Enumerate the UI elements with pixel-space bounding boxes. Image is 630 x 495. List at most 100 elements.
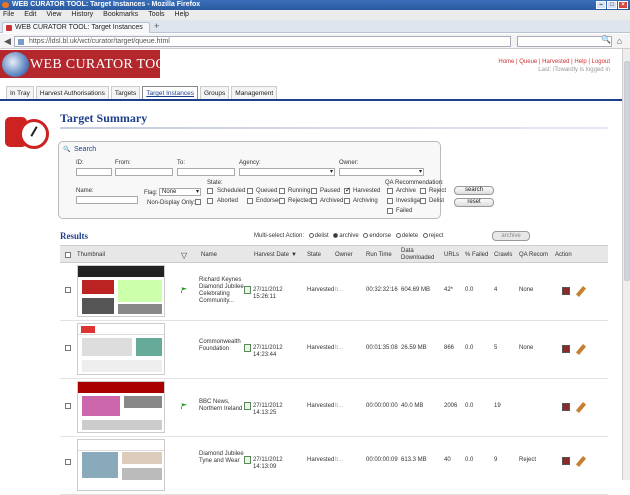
log-icon[interactable]: [244, 456, 251, 464]
minimize-button[interactable]: –: [596, 1, 606, 9]
state-endorsed-checkbox[interactable]: [247, 198, 253, 204]
col-name[interactable]: Name: [201, 246, 217, 264]
tab-harvest-authorisations[interactable]: Harvest Authorisations: [35, 86, 109, 99]
search-icon[interactable]: 🔍: [601, 35, 611, 44]
from-input[interactable]: [115, 168, 173, 176]
back-button[interactable]: ◀: [2, 36, 13, 47]
url-bar[interactable]: https://ldsl.bl.uk/wct/curator/target/qu…: [14, 36, 511, 47]
thumbnail-image[interactable]: [77, 265, 165, 317]
qa-reject-checkbox[interactable]: [420, 188, 426, 194]
archive-action-button[interactable]: archive: [492, 231, 530, 241]
row-checkbox[interactable]: [65, 345, 71, 351]
edit-pencil-icon[interactable]: [575, 402, 587, 413]
state-archiving-checkbox[interactable]: [344, 198, 350, 204]
owner-select[interactable]: [339, 168, 424, 176]
state-paused-checkbox[interactable]: [311, 188, 317, 194]
edit-pencil-icon[interactable]: [575, 456, 587, 467]
radio-delist[interactable]: [308, 233, 314, 238]
main-tabs: In Tray Harvest Authorisations Targets T…: [6, 86, 279, 100]
qa-failed-checkbox[interactable]: [387, 208, 393, 214]
radio-archive[interactable]: [333, 233, 339, 238]
to-input[interactable]: [177, 168, 235, 176]
id-input[interactable]: [76, 168, 112, 176]
log-icon[interactable]: [244, 402, 251, 410]
view-icon[interactable]: [562, 345, 570, 353]
col-urls[interactable]: URLs: [444, 246, 459, 264]
menu-file[interactable]: File: [3, 10, 14, 20]
row-urls: 2006: [444, 403, 458, 409]
menu-edit[interactable]: Edit: [24, 10, 36, 20]
state-archived-checkbox[interactable]: [311, 198, 317, 204]
row-checkbox[interactable]: [65, 287, 71, 293]
tab-in-tray[interactable]: In Tray: [6, 86, 34, 99]
log-icon[interactable]: [244, 344, 251, 352]
col-failed[interactable]: % Failed: [465, 246, 488, 264]
menu-view[interactable]: View: [46, 10, 61, 20]
col-state[interactable]: State: [307, 246, 321, 264]
row-name[interactable]: Commonwealth Foundation: [199, 339, 245, 353]
col-run-time[interactable]: Run Time: [366, 246, 392, 264]
results-heading: Results: [60, 231, 89, 241]
tab-groups[interactable]: Groups: [199, 86, 230, 99]
col-crawls[interactable]: Crawls: [494, 246, 512, 264]
tab-management[interactable]: Management: [231, 86, 278, 99]
logo-banner[interactable]: WEB CURATOR TOOL: [0, 50, 160, 78]
col-data-downloaded[interactable]: Data Downloaded: [401, 246, 439, 264]
navigation-bar: ◀ https://ldsl.bl.uk/wct/curator/target/…: [0, 34, 630, 49]
select-all-checkbox[interactable]: [65, 252, 71, 258]
tab-target-instances[interactable]: Target Instances: [142, 86, 198, 100]
edit-pencil-icon[interactable]: [575, 286, 587, 297]
radio-delete[interactable]: [395, 233, 401, 238]
qa-delist-checkbox[interactable]: [420, 198, 426, 204]
state-rejected-checkbox[interactable]: [279, 198, 285, 204]
close-window-button[interactable]: ×: [618, 1, 628, 9]
filter-icon[interactable]: ▽: [181, 246, 187, 264]
vertical-scrollbar[interactable]: [622, 49, 630, 480]
home-button[interactable]: ⌂: [614, 36, 625, 47]
thumbnail-image[interactable]: [77, 323, 165, 375]
menu-history[interactable]: History: [71, 10, 93, 20]
title-divider: [60, 127, 608, 129]
view-icon[interactable]: [562, 403, 570, 411]
name-input[interactable]: [76, 196, 138, 204]
radio-endorse[interactable]: [363, 233, 369, 238]
menu-help[interactable]: Help: [175, 10, 189, 20]
radio-reject[interactable]: [422, 233, 428, 238]
non-display-checkbox[interactable]: [195, 199, 201, 205]
flag-select[interactable]: None: [159, 188, 201, 196]
thumbnail-image[interactable]: [77, 439, 165, 491]
col-owner[interactable]: Owner: [335, 246, 353, 264]
reset-button[interactable]: reset: [454, 198, 494, 207]
scrollbar-thumb[interactable]: [624, 61, 630, 281]
state-aborted-checkbox[interactable]: [207, 198, 213, 204]
row-checkbox[interactable]: [65, 459, 71, 465]
row-name[interactable]: Diamond Jubilee Tyne and Wear: [199, 451, 245, 465]
qa-archive-checkbox[interactable]: [387, 188, 393, 194]
maximize-button[interactable]: □: [607, 1, 617, 9]
thumbnail-image[interactable]: [77, 381, 165, 433]
view-icon[interactable]: [562, 287, 570, 295]
col-qa-recom[interactable]: QA Recom: [519, 246, 548, 264]
search-button[interactable]: search: [454, 186, 494, 195]
state-label: State:: [207, 180, 223, 186]
log-icon[interactable]: [244, 286, 251, 294]
sort-desc-icon[interactable]: ▼: [291, 246, 297, 264]
row-name[interactable]: Richard Keynes Diamond Jubilee Celebrati…: [199, 277, 245, 305]
menu-tools[interactable]: Tools: [148, 10, 164, 20]
row-checkbox[interactable]: [65, 403, 71, 409]
new-tab-button[interactable]: +: [154, 21, 159, 31]
browser-search-input[interactable]: [517, 36, 612, 47]
view-icon[interactable]: [562, 457, 570, 465]
browser-tab[interactable]: WEB CURATOR TOOL: Target Instances: [2, 22, 150, 33]
state-scheduled-checkbox[interactable]: [207, 188, 213, 194]
state-harvested-checkbox[interactable]: [344, 186, 351, 194]
row-name[interactable]: BBC News, Northern Ireland: [199, 399, 245, 413]
agency-select[interactable]: [239, 168, 335, 176]
state-queued-checkbox[interactable]: [247, 188, 253, 194]
header-links[interactable]: Home | Queue | Harvested | Help | Logout: [498, 59, 610, 65]
tab-targets[interactable]: Targets: [110, 86, 141, 99]
state-running-checkbox[interactable]: [279, 188, 285, 194]
qa-investigate-checkbox[interactable]: [387, 198, 393, 204]
edit-pencil-icon[interactable]: [575, 344, 587, 355]
menu-bookmarks[interactable]: Bookmarks: [103, 10, 138, 20]
